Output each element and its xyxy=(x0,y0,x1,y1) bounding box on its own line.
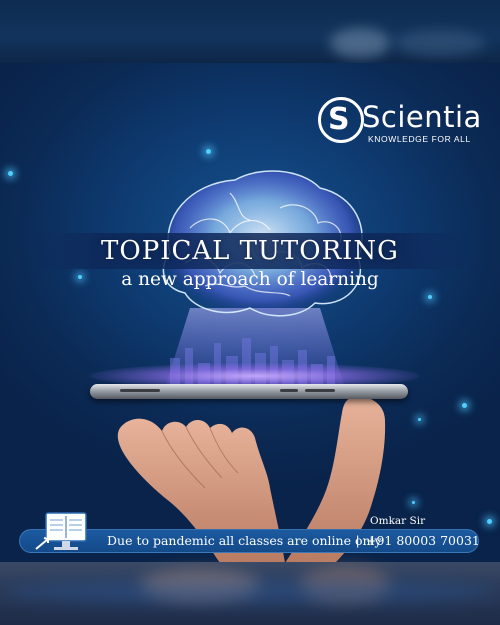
brand-name: Scientia xyxy=(362,100,482,134)
scientia-logo-icon: S xyxy=(318,97,364,143)
poster: S Scientia KNOWLEDGE FOR ALL TOPICAL TUT… xyxy=(0,63,500,562)
poster-frame: S Scientia KNOWLEDGE FOR ALL TOPICAL TUT… xyxy=(0,0,500,625)
glow-particle xyxy=(206,149,211,154)
footer-phone-number: +91 80003 70031 xyxy=(366,533,480,548)
blurred-bottom-band xyxy=(0,562,500,625)
glow-particle xyxy=(428,295,432,299)
glow-particle xyxy=(8,171,13,176)
glow-particle xyxy=(487,519,492,524)
headline-subtitle: a new approach of learning xyxy=(121,269,379,290)
online-book-icon xyxy=(35,512,87,550)
footer-message: Due to pandemic all classes are online o… xyxy=(107,533,382,548)
scientia-logo: S Scientia KNOWLEDGE FOR ALL xyxy=(318,97,481,149)
blurred-top-band xyxy=(0,0,500,63)
brand-tagline: KNOWLEDGE FOR ALL xyxy=(368,134,471,144)
headline-title: TOPICAL TUTORING xyxy=(101,236,399,266)
footer-separator: | xyxy=(356,534,360,548)
smartphone-icon xyxy=(90,384,408,399)
signature: Omkar Sir xyxy=(370,515,426,527)
glow-particle xyxy=(462,403,467,408)
